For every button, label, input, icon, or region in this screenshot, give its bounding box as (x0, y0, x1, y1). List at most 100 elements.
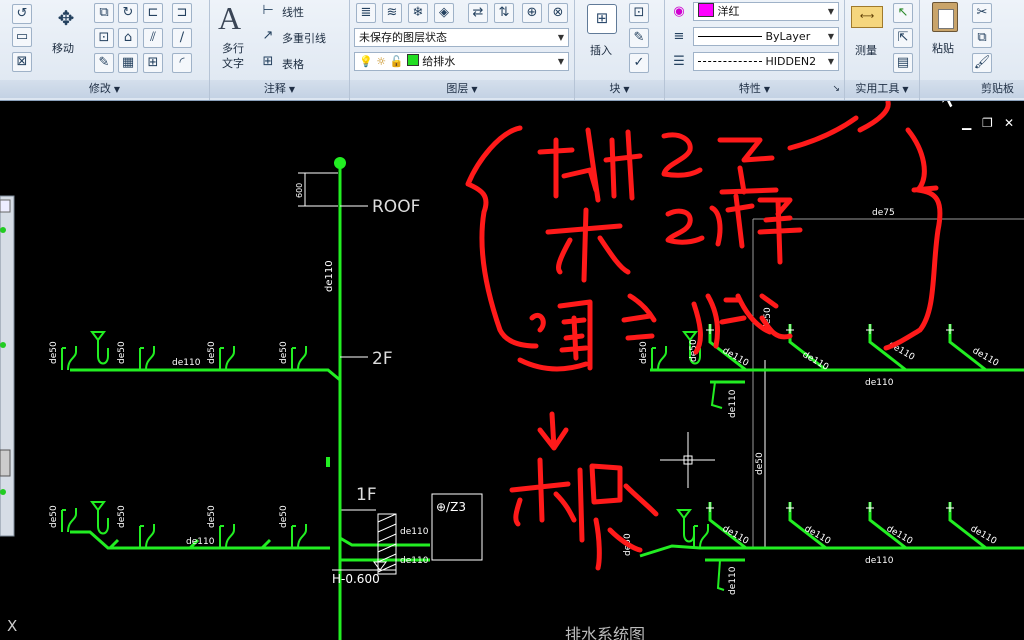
utilities-panel-title[interactable]: 实用工具 ▼ (845, 80, 919, 98)
ribbon: ↺ ▭ ⊠ ✥ 移动 ⧉ ↻ ⊏ ⊐ ⊡ ⌂ ⫽ ∕ ✎ ▦ ⊞ ◜ 修改 ▼ A… (0, 0, 1024, 101)
clipboard-panel-title[interactable]: 剪贴板 (920, 80, 1024, 98)
array-icon[interactable]: ▦ (118, 53, 138, 73)
drawing-canvas[interactable]: 600 ROOF de110 2F 1F de50 de50 de50 de50 de… (0, 101, 1024, 640)
chevron-down-icon: ▼ (557, 57, 564, 66)
1f-label: 1F (356, 485, 377, 505)
cut-icon[interactable]: ✂ (972, 3, 992, 23)
layers-panel: ≣ ≋ ❄ ◈ ⇄ ⇅ ⊕ ⊗ 未保存的图层状态 ▼ 💡 ☼ 🔓 给排水 ▼ 图层… (350, 0, 575, 100)
match-properties-icon[interactable]: 🖌 (972, 53, 992, 73)
layers-panel-title[interactable]: 图层 ▼ (350, 80, 574, 98)
layer-match-icon[interactable]: ⇄ (468, 3, 488, 23)
chevron-down-icon: ▼ (827, 57, 834, 66)
fillet-icon[interactable]: ∕ (172, 28, 192, 48)
layer-value: 给排水 (422, 55, 456, 68)
layer-iso-icon[interactable]: ◈ (434, 3, 454, 23)
copy-icon[interactable]: ⧉ (94, 3, 114, 23)
pipe-size-label: de50 (279, 341, 289, 364)
layer-properties-icon[interactable]: ≣ (356, 3, 376, 23)
linetype-icon[interactable]: ☰ (669, 52, 689, 72)
layer-states-icon[interactable]: ≋ (382, 3, 402, 23)
hatch-icon[interactable]: ⊠ (12, 52, 32, 72)
edit-block-icon[interactable]: ✎ (629, 28, 649, 48)
dialog-launcher-icon[interactable]: ↘ (832, 80, 840, 98)
minimize-icon[interactable]: ▁ (962, 116, 971, 130)
lineweight-icon[interactable]: ≡ (669, 27, 689, 47)
table-label[interactable]: 表格 (282, 56, 304, 72)
pipe-size-label: de50 (117, 341, 127, 364)
edit-attribute-icon[interactable]: ✓ (629, 53, 649, 73)
rectangle-icon[interactable]: ▭ (12, 27, 32, 47)
utilities-panel: ⟷ 测量 ↖ ⇱ ▤ 实用工具 ▼ (845, 0, 920, 100)
calculator-icon[interactable]: ▤ (893, 53, 913, 73)
block-panel-title[interactable]: 块 ▼ (575, 80, 664, 98)
mtext-label[interactable]: 多行 (222, 40, 244, 56)
create-block-icon[interactable]: ⊡ (629, 3, 649, 23)
de50-mid-label: de50 (755, 452, 765, 475)
layer-freeze-icon[interactable]: ❄ (408, 3, 428, 23)
chevron-down-icon: ▼ (902, 85, 909, 94)
mtext-label-2[interactable]: 文字 (222, 55, 244, 71)
pipe-size-label: de50 (49, 341, 59, 364)
dashed-line-sample (698, 61, 762, 62)
restore-icon[interactable]: ❐ (982, 116, 993, 130)
linetype-value: ByLayer (765, 30, 811, 43)
pipe-size-label: de50 (207, 341, 217, 364)
tool-palette-edge[interactable] (0, 195, 15, 537)
table-icon[interactable]: ⊞ (258, 52, 278, 72)
color-dropdown[interactable]: 洋红 ▼ (693, 2, 839, 21)
palette-close-icon[interactable] (0, 199, 11, 213)
annotation-panel-title[interactable]: 注释 ▼ (210, 80, 349, 98)
lineweight-dropdown[interactable]: HIDDEN2 ▼ (693, 52, 839, 71)
explode-icon[interactable]: ⊞ (143, 53, 163, 73)
linetype-dropdown[interactable]: ByLayer ▼ (693, 27, 839, 46)
properties-title: 特性 (738, 82, 761, 95)
layer-walk-icon[interactable]: ⇅ (494, 3, 514, 23)
paste-icon[interactable] (932, 2, 958, 32)
scale-icon[interactable]: ⌂ (118, 28, 138, 48)
mleader-icon[interactable]: ↗ (258, 26, 278, 46)
trim-icon[interactable]: ⊏ (143, 3, 163, 23)
select-all-icon[interactable]: ⇱ (893, 28, 913, 48)
move-icon[interactable]: ✥ (54, 4, 78, 32)
properties-panel-title[interactable]: 特性 ▼ ↘ (665, 80, 844, 98)
rotate2-icon[interactable]: ↻ (118, 3, 138, 23)
layer-merge-icon[interactable]: ⊕ (522, 3, 542, 23)
outlet-de110-a: de110 (400, 527, 429, 537)
layer-delete-icon[interactable]: ⊗ (548, 3, 568, 23)
rotate-icon[interactable]: ↺ (12, 4, 32, 24)
offset-icon[interactable]: ⊐ (172, 3, 192, 23)
insert-block-icon[interactable]: ⊞ (587, 4, 617, 34)
chamfer-icon[interactable]: ◜ (172, 53, 192, 73)
mleader-label[interactable]: 多重引线 (282, 30, 326, 46)
chevron-down-icon: ▼ (827, 32, 834, 41)
quick-select-icon[interactable]: ↖ (893, 3, 913, 23)
color-wheel-icon[interactable]: ◉ (669, 2, 689, 22)
chevron-down-icon: ▼ (623, 85, 630, 94)
move-label[interactable]: 移动 (52, 40, 74, 56)
2f-label: 2F (372, 349, 393, 369)
close-icon[interactable]: ✕ (1004, 116, 1014, 130)
layer-state-dropdown[interactable]: 未保存的图层状态 ▼ (354, 28, 569, 47)
chevron-down-icon: ▼ (763, 85, 771, 94)
linear-dim-icon[interactable]: ⊢ (258, 1, 278, 21)
modify-panel-title[interactable]: 修改 ▼ (0, 80, 209, 98)
insert-label[interactable]: 插入 (590, 42, 612, 58)
mtext-icon[interactable]: A (218, 0, 241, 37)
layer-color-swatch (406, 54, 419, 66)
layer-dropdown[interactable]: 💡 ☼ 🔓 给排水 ▼ (354, 52, 569, 71)
stack-de110-label: de110 (324, 260, 335, 292)
solid-line-sample (698, 36, 762, 37)
measure-icon[interactable]: ⟷ (851, 6, 883, 28)
modify-title: 修改 (88, 82, 111, 95)
linear-label[interactable]: 线性 (282, 4, 304, 20)
measure-label[interactable]: 测量 (855, 42, 877, 58)
drawing-title: 排水系统图 (565, 625, 645, 640)
stretch-icon[interactable]: ⊡ (94, 28, 114, 48)
erase-icon[interactable]: ✎ (94, 53, 114, 73)
command-line-close-icon[interactable]: X (7, 617, 17, 635)
annotation-title: 注释 (263, 82, 286, 95)
clipboard-panel: 粘贴 ✂ ⧉ 🖌 剪贴板 (920, 0, 1024, 100)
paste-label[interactable]: 粘贴 (932, 40, 954, 56)
mirror-icon[interactable]: ⫽ (143, 28, 163, 48)
copy-clip-icon[interactable]: ⧉ (972, 28, 992, 48)
